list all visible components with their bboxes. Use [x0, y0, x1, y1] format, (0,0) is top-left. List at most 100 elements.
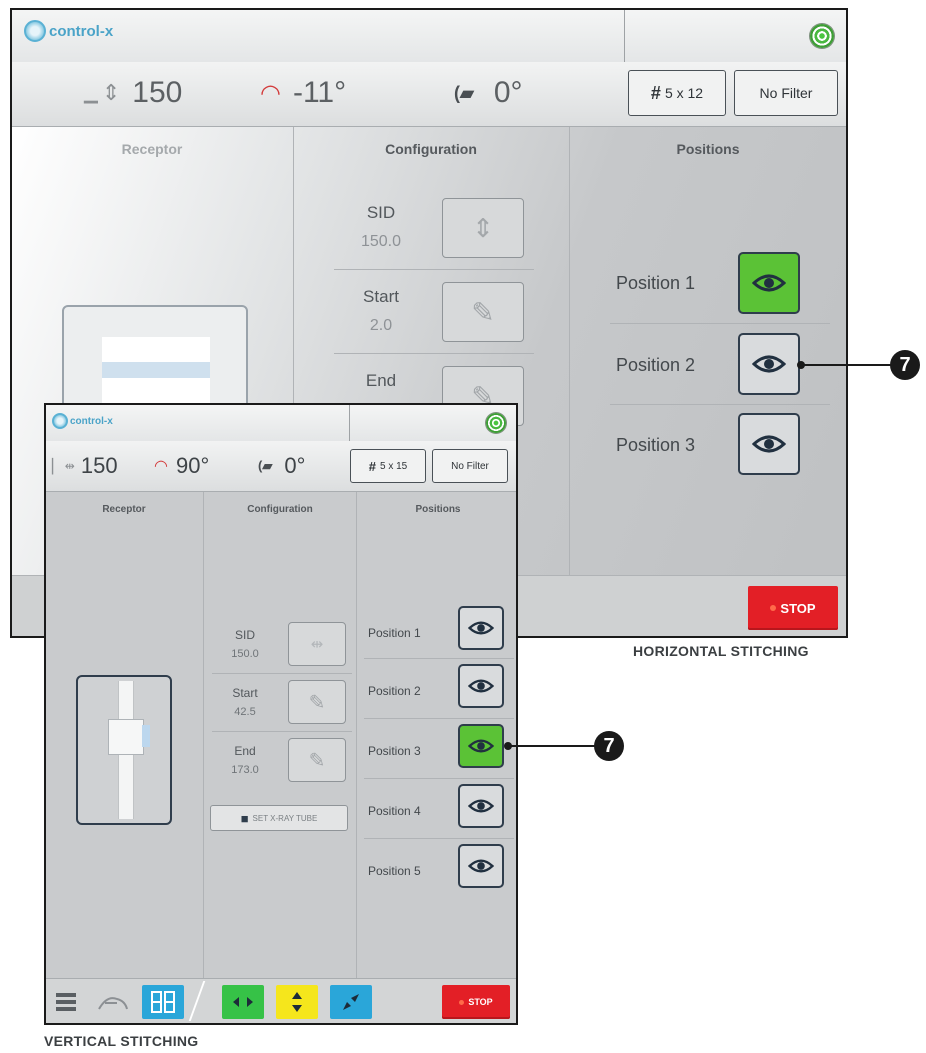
- stop-button[interactable]: STOP: [748, 586, 838, 630]
- filter-label: No Filter: [759, 85, 813, 101]
- receptor-stand-graphic: [76, 675, 172, 825]
- start-config-value: 2.0: [369, 317, 393, 334]
- stop-button[interactable]: STOP: [442, 985, 510, 1019]
- tilt-arrows-icon: [343, 994, 359, 1010]
- stop-dot-icon: [459, 999, 465, 1005]
- stitching-mode-button[interactable]: [142, 985, 184, 1019]
- sid-status: ▁ ⇕ 150: [84, 76, 182, 110]
- title-bar: control-x: [46, 405, 516, 442]
- column-divider: [569, 127, 570, 587]
- callout-number-badge: 7: [890, 350, 920, 380]
- grid-button[interactable]: # 5 x 15: [350, 449, 426, 483]
- app-name: control-x: [70, 415, 113, 427]
- set-xray-tube-button[interactable]: ■ SET X-RAY TUBE: [210, 805, 348, 831]
- position-3-label: Position 3: [368, 744, 421, 758]
- target-status-icon[interactable]: [486, 413, 506, 433]
- filter-label: No Filter: [451, 460, 489, 472]
- vertical-caption: VERTICAL STITCHING: [44, 1033, 199, 1049]
- title-divider: [349, 405, 350, 441]
- sid-config-button[interactable]: ⇕: [442, 198, 524, 258]
- app-logo: control-x: [52, 413, 113, 429]
- target-status-icon[interactable]: [810, 24, 834, 48]
- filter-button[interactable]: No Filter: [734, 70, 838, 116]
- sid-value: 150: [80, 453, 118, 478]
- position-2-label: Position 2: [616, 355, 696, 375]
- pencil-icon: ✎: [308, 749, 326, 772]
- sid-value: 150: [132, 76, 183, 109]
- grid-icon: #: [368, 458, 376, 474]
- tilt-status: (▰ 0°: [258, 453, 305, 479]
- tilt-button[interactable]: [330, 985, 372, 1019]
- sid-config-label: SID: [234, 628, 255, 642]
- start-config-button[interactable]: ✎: [288, 680, 346, 724]
- status-bar: ▏ ⇹ 150 ◠ 90° (▰ 0° # 5 x 15 No Filter: [46, 441, 516, 492]
- horizontal-arrows-icon: [233, 997, 253, 1007]
- app-logo: control-x: [24, 20, 113, 42]
- position-separator: [610, 404, 830, 405]
- angle-status: ◠ -11°: [260, 76, 346, 110]
- detector-carriage: [108, 719, 144, 755]
- eye-icon: [468, 739, 494, 753]
- list-view-button[interactable]: [54, 989, 78, 1015]
- main-panel: Receptor Configuration Positions SID 150…: [46, 492, 516, 982]
- patient-button[interactable]: [96, 989, 130, 1015]
- filter-button[interactable]: No Filter: [432, 449, 508, 483]
- stop-label: STOP: [780, 600, 816, 616]
- tube-tilt-icon: (▰: [454, 82, 474, 103]
- configuration-header: Configuration: [247, 504, 313, 515]
- set-xray-tube-label: SET X-RAY TUBE: [252, 813, 318, 823]
- vertical-arrows-icon: [292, 992, 302, 1012]
- start-config-button[interactable]: ✎: [442, 282, 524, 342]
- position-4-view-button[interactable]: [458, 784, 504, 828]
- sid-arrows-icon: ⇕: [101, 80, 121, 105]
- position-1-label: Position 1: [368, 626, 421, 640]
- sid-config-value: 150.0: [231, 648, 259, 660]
- sid-horizontal-icon: ⇹: [310, 636, 324, 653]
- stop-label: STOP: [468, 997, 493, 1007]
- position-separator: [364, 838, 514, 839]
- position-2-view-button[interactable]: [738, 333, 800, 395]
- end-config-button[interactable]: ✎: [288, 738, 346, 782]
- move-vertical-button[interactable]: [276, 985, 318, 1019]
- config-separator: [334, 353, 534, 354]
- column-divider: [356, 492, 357, 982]
- position-separator: [364, 718, 514, 719]
- position-1-label: Position 1: [616, 273, 696, 293]
- status-bar: ▁ ⇕ 150 ◠ -11° (▰ 0° # 5 x 12 No Filter: [12, 62, 846, 127]
- position-3-view-button[interactable]: [458, 724, 504, 768]
- callout-number-badge: 7: [594, 731, 624, 761]
- gauge-icon: ◠: [260, 79, 281, 107]
- position-3-view-button[interactable]: [738, 413, 800, 475]
- column-divider: [203, 492, 204, 982]
- eye-icon: [468, 859, 494, 873]
- sid-config-button[interactable]: ⇹: [288, 622, 346, 666]
- sid-stitch-icon: ⇕: [472, 212, 494, 243]
- positions-header: Positions: [676, 141, 740, 157]
- callout-line: [804, 364, 894, 366]
- grid-button[interactable]: # 5 x 12: [628, 70, 726, 116]
- angle-value: 90°: [175, 453, 210, 478]
- position-5-label: Position 5: [368, 864, 421, 878]
- move-horizontal-button[interactable]: [222, 985, 264, 1019]
- pencil-icon: ✎: [308, 691, 326, 714]
- logo-mark-icon: [52, 413, 68, 429]
- position-1-view-button[interactable]: [458, 606, 504, 650]
- tilt-status: (▰ 0°: [454, 76, 523, 110]
- position-2-view-button[interactable]: [458, 664, 504, 708]
- position-5-view-button[interactable]: [458, 844, 504, 888]
- start-config-label: Start: [232, 686, 258, 700]
- stitching-mode-icon: [151, 991, 175, 1013]
- gauge-icon: ◠: [154, 458, 168, 475]
- receptor-detector-band: [102, 362, 210, 378]
- position-1-view-button[interactable]: [738, 252, 800, 314]
- stop-dot-icon: [770, 605, 777, 611]
- end-config-value: 173.0: [231, 764, 259, 776]
- bottom-toolbar: STOP: [46, 978, 516, 1023]
- detector-highlight: [142, 725, 150, 747]
- app-name: control-x: [49, 22, 114, 40]
- detector-icon: ▁: [84, 82, 98, 103]
- eye-icon: [752, 274, 786, 292]
- horizontal-caption: HORIZONTAL STITCHING: [633, 643, 809, 659]
- angle-status: ◠ 90°: [154, 453, 209, 479]
- sid-status: ▏ ⇹ 150: [52, 453, 118, 479]
